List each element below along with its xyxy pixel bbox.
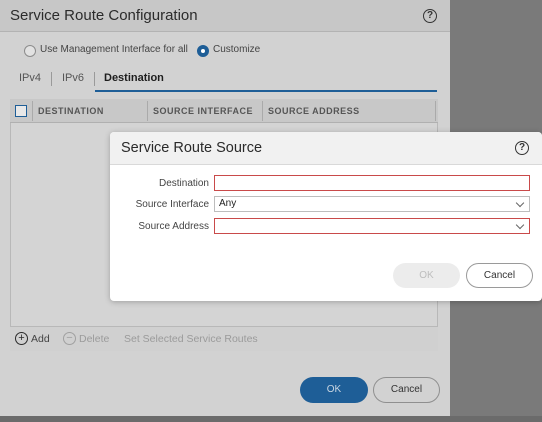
column-divider xyxy=(147,101,148,121)
modal-title: Service Route Source xyxy=(121,140,263,156)
source-interface-label: Source Interface xyxy=(135,199,209,210)
radio-icon-mgmt[interactable] xyxy=(24,45,36,57)
radio-label-customize[interactable]: Customize xyxy=(213,44,260,60)
help-icon[interactable]: ? xyxy=(515,141,529,155)
add-icon[interactable]: + xyxy=(15,332,28,345)
delete-icon: − xyxy=(63,332,76,345)
help-icon[interactable]: ? xyxy=(423,9,437,23)
tab-ipv4[interactable]: IPv4 xyxy=(19,72,41,84)
column-header-destination[interactable]: DESTINATION xyxy=(38,106,104,116)
tab-destination[interactable]: Destination xyxy=(104,72,164,84)
column-header-source-interface[interactable]: SOURCE INTERFACE xyxy=(153,106,253,116)
source-interface-select[interactable]: Any xyxy=(214,196,530,212)
modal-ok-button[interactable]: OK xyxy=(393,263,460,288)
destination-input[interactable] xyxy=(214,175,530,191)
tab-divider xyxy=(94,72,95,86)
column-header-source-address[interactable]: SOURCE ADDRESS xyxy=(268,106,360,116)
select-all-checkbox[interactable] xyxy=(15,105,27,117)
modal-cancel-button[interactable]: Cancel xyxy=(466,263,533,288)
chevron-down-icon xyxy=(515,220,525,230)
radio-label-mgmt[interactable]: Use Management Interface for all xyxy=(40,44,188,60)
column-divider xyxy=(262,101,263,121)
radio-icon-customize[interactable] xyxy=(197,45,209,57)
outer-cancel-button[interactable]: Cancel xyxy=(373,377,440,403)
source-interface-value: Any xyxy=(219,198,237,209)
outer-ok-button[interactable]: OK xyxy=(300,377,368,403)
tab-divider xyxy=(51,72,52,86)
source-address-label: Source Address xyxy=(138,221,209,232)
tab-active-underline xyxy=(95,90,437,92)
set-selected-service-routes-button[interactable]: Set Selected Service Routes xyxy=(124,333,258,345)
add-button[interactable]: Add xyxy=(31,333,50,345)
tab-ipv6[interactable]: IPv6 xyxy=(62,72,84,84)
column-divider xyxy=(435,101,436,121)
chevron-down-icon xyxy=(515,198,525,208)
delete-button[interactable]: Delete xyxy=(79,333,109,345)
source-address-select[interactable] xyxy=(214,218,530,234)
background-bottom-strip xyxy=(0,416,542,422)
outer-dialog-title: Service Route Configuration xyxy=(10,7,198,24)
column-divider xyxy=(32,101,33,121)
destination-label: Destination xyxy=(158,178,209,189)
